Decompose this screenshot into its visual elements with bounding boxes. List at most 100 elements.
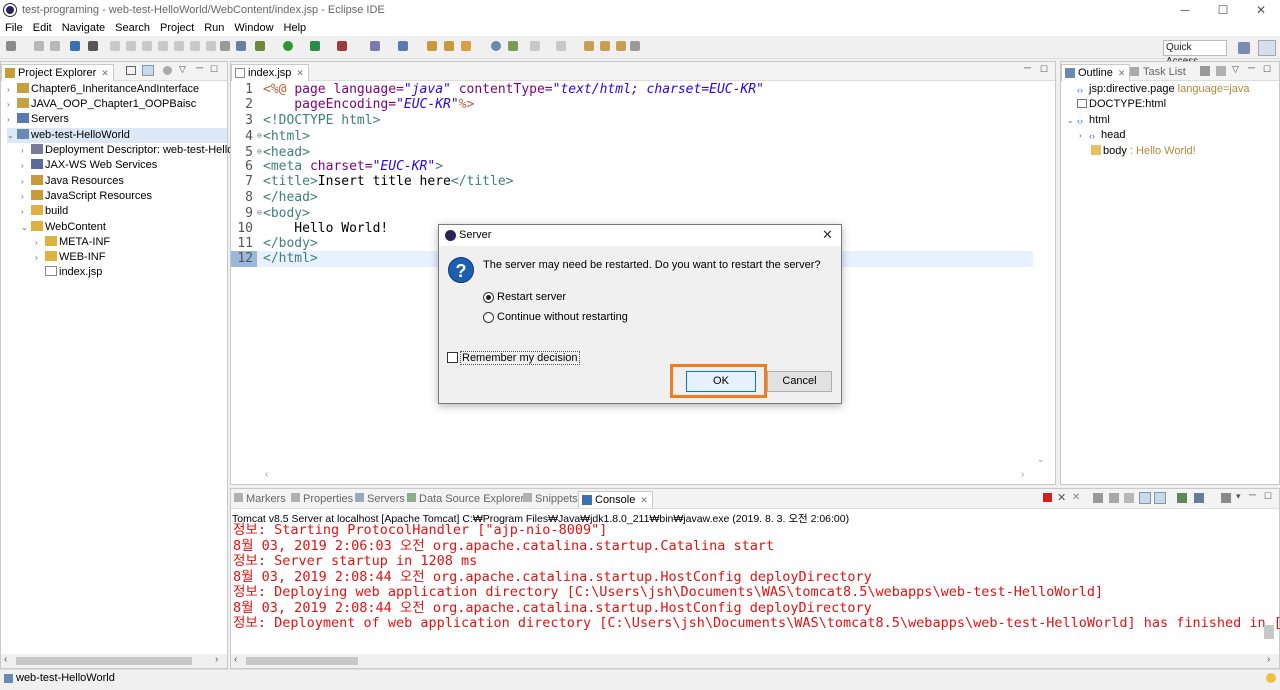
- display-console-icon[interactable]: [1194, 493, 1204, 503]
- menu-window[interactable]: Window: [229, 22, 278, 34]
- tree-item-webcontent[interactable]: ⌄ WebContent: [21, 220, 106, 235]
- menu-navigate[interactable]: Navigate: [57, 22, 110, 34]
- tab-console[interactable]: Console ✕: [578, 491, 653, 508]
- checkbox-icon[interactable]: [447, 352, 458, 363]
- scroll-right-icon[interactable]: ›: [1021, 469, 1024, 480]
- menu-run[interactable]: Run: [199, 22, 229, 34]
- expand-icon[interactable]: ›: [7, 82, 17, 97]
- next-annotation-icon[interactable]: [530, 41, 540, 51]
- terminate-icon[interactable]: [1043, 493, 1052, 502]
- tab-data-source-explorer[interactable]: Data Source Explorer: [407, 493, 524, 505]
- search-icon[interactable]: [461, 41, 471, 51]
- expand-icon[interactable]: ›: [21, 189, 31, 204]
- tab-snippets[interactable]: Snippets: [523, 493, 578, 505]
- cancel-button[interactable]: Cancel: [767, 371, 832, 392]
- java-ee-perspective-icon[interactable]: [1258, 40, 1276, 56]
- menu-search[interactable]: Search: [110, 22, 155, 34]
- ok-button[interactable]: OK: [686, 371, 756, 392]
- maximize-view-icon[interactable]: ☐: [1263, 64, 1271, 75]
- back-icon[interactable]: [600, 41, 610, 51]
- tree-item-web-inf[interactable]: › WEB-INF: [35, 250, 105, 265]
- remove-launch-icon[interactable]: ✕: [1057, 491, 1066, 504]
- scroll-right-icon[interactable]: ›: [1267, 654, 1270, 665]
- collapse-icon[interactable]: ⌄: [1067, 113, 1077, 128]
- remove-all-icon[interactable]: ✕: [1072, 492, 1080, 503]
- skip-breakpoints-icon[interactable]: [88, 41, 98, 51]
- new-web-service-icon[interactable]: [398, 41, 408, 51]
- save-all-icon[interactable]: [50, 41, 60, 51]
- save-icon[interactable]: [34, 41, 44, 51]
- disconnect-icon[interactable]: [158, 41, 168, 51]
- tab-index-jsp[interactable]: index.jsp ✕: [231, 64, 309, 81]
- tab-properties[interactable]: Properties: [291, 493, 353, 505]
- scroll-thumb[interactable]: [16, 657, 192, 665]
- tree-item-build[interactable]: › build: [21, 204, 68, 219]
- tree-item-servers[interactable]: › Servers: [7, 112, 69, 127]
- close-button[interactable]: ✕: [1242, 0, 1280, 20]
- show-stdout-icon[interactable]: [1139, 492, 1151, 504]
- scroll-thumb[interactable]: [246, 657, 358, 665]
- menu-project[interactable]: Project: [155, 22, 199, 34]
- new-icon[interactable]: [6, 41, 16, 51]
- clear-console-icon[interactable]: [1093, 493, 1103, 503]
- open-type-icon[interactable]: [427, 41, 437, 51]
- outline-item-doctype[interactable]: DOCTYPE:html: [1077, 97, 1166, 112]
- tree-item-chapter6[interactable]: › Chapter6_InheritanceAndInterface: [7, 82, 199, 97]
- collapse-icon[interactable]: ⌄: [21, 220, 31, 235]
- tab-project-explorer[interactable]: Project Explorer ✕: [1, 64, 114, 81]
- terminate-icon[interactable]: [142, 41, 152, 51]
- tab-servers[interactable]: Servers: [355, 493, 405, 505]
- scroll-lock-icon[interactable]: [1109, 493, 1119, 503]
- outline-item-html[interactable]: ⌄ ‹› html: [1067, 113, 1110, 128]
- menu-edit[interactable]: Edit: [28, 22, 57, 34]
- link-editor-icon[interactable]: [142, 65, 154, 76]
- tree-item-meta-inf[interactable]: › META-INF: [35, 235, 110, 250]
- last-edit-icon[interactable]: [584, 41, 594, 51]
- close-tab-icon[interactable]: ✕: [640, 495, 648, 505]
- word-wrap-icon[interactable]: [1124, 493, 1134, 503]
- tab-markers[interactable]: Markers: [234, 493, 286, 505]
- scroll-left-icon[interactable]: ‹: [234, 654, 237, 665]
- menu-file[interactable]: File: [0, 22, 28, 34]
- minimize-view-icon[interactable]: ─: [1249, 490, 1256, 501]
- maximize-view-icon[interactable]: ☐: [1264, 491, 1272, 502]
- collapse-all-icon[interactable]: [1216, 66, 1226, 76]
- previous-annotation-icon[interactable]: [556, 41, 566, 51]
- view-menu-icon[interactable]: ▽: [1232, 64, 1239, 75]
- more-tools-icon[interactable]: [630, 41, 640, 51]
- open-resource-icon[interactable]: [444, 41, 454, 51]
- open-task-icon[interactable]: [70, 41, 80, 51]
- external-tools-icon[interactable]: [337, 41, 347, 51]
- minimize-view-icon[interactable]: ─: [196, 63, 203, 74]
- view-menu-icon[interactable]: ▾: [1236, 491, 1241, 502]
- tab-task-list[interactable]: Task List: [1143, 66, 1186, 78]
- open-perspective-icon[interactable]: [1238, 42, 1250, 54]
- horizontal-scrollbar[interactable]: ‹ ›: [1, 654, 227, 668]
- pin-console-icon[interactable]: [1177, 493, 1187, 503]
- run-icon[interactable]: [283, 41, 293, 51]
- scroll-down-icon[interactable]: ⌄: [1037, 454, 1045, 465]
- expand-icon[interactable]: ›: [35, 235, 45, 250]
- expand-icon[interactable]: ›: [21, 204, 31, 219]
- step-over-icon[interactable]: [190, 41, 200, 51]
- collapse-all-icon[interactable]: [126, 66, 136, 75]
- outline-item-directive[interactable]: ‹› jsp:directive.page language=java: [1077, 82, 1250, 97]
- menu-help[interactable]: Help: [279, 22, 312, 34]
- collapse-icon[interactable]: ⌄: [7, 128, 17, 143]
- expand-icon[interactable]: ›: [7, 112, 17, 127]
- tree-item-index-jsp[interactable]: index.jsp: [35, 265, 102, 280]
- tip-icon[interactable]: [1266, 673, 1276, 683]
- coverage-icon[interactable]: [310, 41, 320, 51]
- resume-icon[interactable]: [110, 41, 120, 51]
- tree-item-javascript-resources[interactable]: › JavaScript Resources: [21, 189, 152, 204]
- sort-icon[interactable]: [1200, 66, 1210, 76]
- quick-access-input[interactable]: Quick Access: [1163, 40, 1227, 67]
- new-server-icon[interactable]: [370, 41, 380, 51]
- tab-outline[interactable]: Outline ✕: [1061, 64, 1131, 81]
- step-return-icon[interactable]: [206, 41, 216, 51]
- scroll-right-icon[interactable]: ›: [215, 654, 218, 665]
- close-tab-icon[interactable]: ✕: [101, 68, 109, 78]
- tree-item-java-oop[interactable]: › JAVA_OOP_Chapter1_OOPBaisc: [7, 97, 196, 112]
- expand-icon[interactable]: ›: [35, 250, 45, 265]
- minimize-button[interactable]: ─: [1166, 0, 1204, 20]
